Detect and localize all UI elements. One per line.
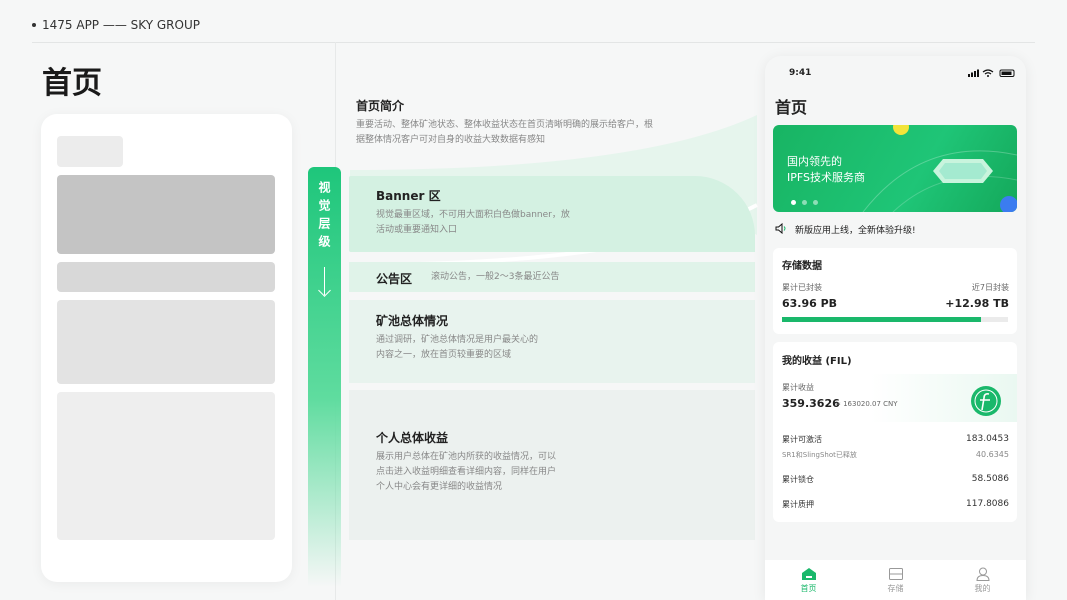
income-row-value: 58.5086 <box>971 474 1009 484</box>
tab-bar: 首页 存储 我的 <box>765 560 1026 600</box>
banner-title: Banner 区 <box>376 189 441 203</box>
visual-level-label: 视觉层级 <box>317 181 331 253</box>
carousel-dots <box>791 200 818 205</box>
income-card[interactable]: 我的收益 (FIL) 累计收益 359.3626 ≈ 163020.07 CNY… <box>773 342 1017 522</box>
header-text: 1475 APP —— SKY GROUP <box>42 18 200 32</box>
phone-title: 首页 <box>775 98 808 117</box>
status-time: 9:41 <box>789 68 812 78</box>
tab-label: 存储 <box>887 583 904 593</box>
tab-home[interactable]: 首页 <box>801 567 817 594</box>
income-title: 个人总体收益 <box>376 431 449 445</box>
income-desc-3: 个人中心会有更详细的收益情况 <box>376 482 503 492</box>
storage-icon <box>888 567 903 580</box>
storage-title: 存储数据 <box>782 261 822 272</box>
storage-left-value: 63.96 PB <box>782 297 838 310</box>
intro-title: 首页简介 <box>356 99 405 113</box>
income-row-label: SR1和SlingShot已释放 <box>782 451 857 459</box>
storage-progress-track <box>782 317 1008 322</box>
income-row-value: 117.8086 <box>966 499 1009 509</box>
intro-desc-1: 重要活动、整体矿池状态、整体收益状态在首页清晰明确的展示给客户，根 <box>356 120 654 130</box>
intro-desc-2: 据整体情况客户可对自身的收益大致数据有感知 <box>356 135 546 145</box>
income-cum-label: 累计收益 <box>782 383 814 392</box>
wireframe-notice-block <box>57 262 275 292</box>
tab-storage[interactable]: 存储 <box>888 567 904 594</box>
banner-desc-2: 活动或重要通知入口 <box>376 225 458 235</box>
storage-left-label: 累计已封装 <box>782 283 822 292</box>
speaker-icon <box>775 223 786 234</box>
page-title: 首页 <box>42 66 102 101</box>
phone-mockup: 9:41 首页 国内领先的 IPFS技术服务商 新版应用上线，全新体验升级! 存… <box>765 56 1026 600</box>
income-row-label: 累计锁仓 <box>782 475 814 484</box>
notice-title: 公告区 <box>376 272 413 286</box>
income-row-value: 183.0453 <box>966 434 1009 444</box>
wireframe-income-block <box>57 392 275 540</box>
storage-right-label: 近7日封装 <box>971 283 1009 292</box>
income-cum-value: 359.3626 <box>782 397 840 410</box>
wireframe-banner-block <box>57 175 275 254</box>
income-row-value: 40.6345 <box>975 450 1009 459</box>
storage-right-value: +12.98 TB <box>945 297 1009 310</box>
pool-desc-2: 内容之一，放在首页较重要的区域 <box>376 350 512 360</box>
income-row-label: 累计可激活 <box>782 435 822 444</box>
header-divider <box>32 42 1035 43</box>
wireframe-pool-block <box>57 300 275 384</box>
storage-card[interactable]: 存储数据 累计已封装 近7日封装 63.96 PB +12.98 TB <box>773 248 1017 334</box>
income-desc-2: 点击进入收益明细查看详细内容，同样在用户 <box>376 467 557 477</box>
storage-progress-fill <box>782 317 981 322</box>
pool-title: 矿池总体情况 <box>376 314 449 328</box>
banner-line-2: IPFS技术服务商 <box>787 171 865 184</box>
banner-carousel[interactable]: 国内领先的 IPFS技术服务商 <box>773 125 1017 212</box>
income-row-label: 累计质押 <box>782 500 814 509</box>
banner-desc-1: 视觉最重区域，不可用大面积白色做banner，放 <box>376 210 570 220</box>
status-icons <box>968 69 1015 77</box>
pool-desc-1: 通过调研，矿池总体情况是用户最关心的 <box>376 335 539 345</box>
filecoin-coin-icon <box>971 386 1001 416</box>
wireframe-title-block <box>57 136 123 167</box>
tab-label: 我的 <box>974 583 991 593</box>
notice-desc: 滚动公告，一般2～3条最近公告 <box>431 272 560 282</box>
bullet-icon <box>32 23 36 27</box>
notice-text[interactable]: 新版应用上线，全新体验升级! <box>795 223 916 236</box>
income-desc-1: 展示用户总体在矿池内所获的收益情况，可以 <box>376 452 557 462</box>
banner-line-1: 国内领先的 <box>787 155 842 168</box>
tab-label: 首页 <box>800 583 817 593</box>
home-icon <box>801 567 816 580</box>
arrow-down-icon <box>318 267 332 297</box>
visual-level-bar: 视觉层级 <box>308 167 341 587</box>
wireframe-card <box>41 114 292 582</box>
income-cum-cny: ≈ 163020.07 CNY <box>835 400 898 408</box>
header: 1475 APP —— SKY GROUP <box>32 18 200 32</box>
user-icon <box>975 567 990 581</box>
tab-mine[interactable]: 我的 <box>975 567 991 594</box>
income-card-title: 我的收益 (FIL) <box>782 356 852 367</box>
